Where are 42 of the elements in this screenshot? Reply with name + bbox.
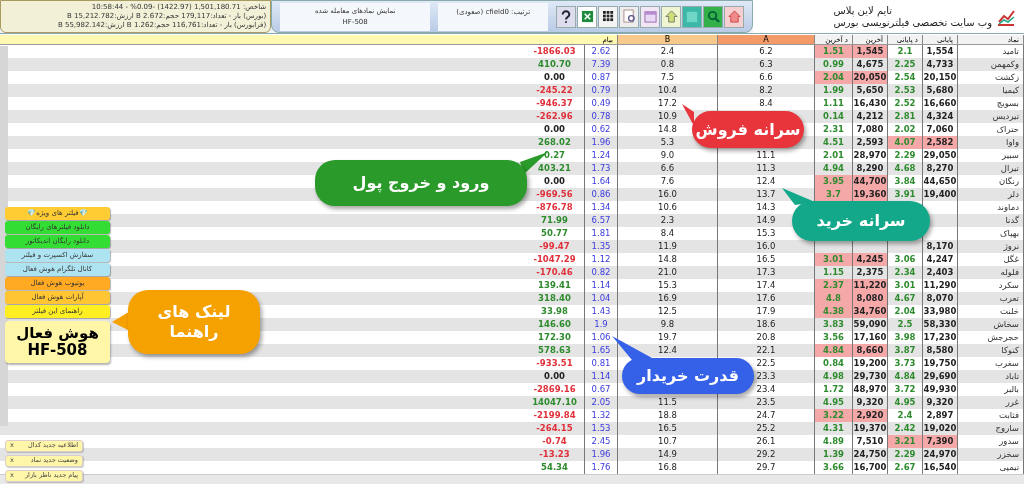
callout-pointer xyxy=(612,336,652,360)
spreadsheet-icon[interactable] xyxy=(577,5,598,28)
table-cell: 20,050 xyxy=(853,71,888,84)
table-cell: 19,360 xyxy=(853,188,888,201)
table-cell: 3.01 xyxy=(815,253,853,266)
column-header[interactable]: A xyxy=(718,35,815,44)
table-cell: 2.37 xyxy=(815,279,853,292)
table-cell: 34,760 xyxy=(853,305,888,318)
callout-pointer xyxy=(682,104,694,126)
table-cell: 4.8 xyxy=(815,292,853,305)
table-cell: 8,660 xyxy=(853,344,888,357)
table-cell: 2,920 xyxy=(853,409,888,422)
table-cell: 3.21 xyxy=(888,435,923,448)
table-cell: 3.7 xyxy=(815,188,853,201)
table-cell: 4.07 xyxy=(888,136,923,149)
table-cell: 8,080 xyxy=(853,292,888,305)
callout-bubble: سرانه فروش xyxy=(692,111,804,148)
table-cell: 3.22 xyxy=(815,409,853,422)
table-cell: 1,545 xyxy=(853,45,888,58)
table-cell: 4.84 xyxy=(815,344,853,357)
column-header[interactable]: B xyxy=(618,35,718,44)
table-cell: 2.04 xyxy=(815,71,853,84)
table-cell: 44,700 xyxy=(853,175,888,188)
table-cell: 4.38 xyxy=(815,305,853,318)
table-cell: 7,390 xyxy=(923,435,958,448)
brand-title: تایم لاین پلاس xyxy=(833,4,893,17)
brand-card-title: هوش فعال xyxy=(16,325,99,342)
table-cell: 11,220 xyxy=(853,279,888,292)
table-cell: 1.51 xyxy=(815,45,853,58)
home-icon[interactable] xyxy=(724,5,745,28)
calendar-icon[interactable] xyxy=(640,5,661,28)
help-icon[interactable] xyxy=(556,5,577,28)
brand-subtitle: وب سایت تخصصی فیلترنویسی بورس xyxy=(833,16,992,29)
grid-icon[interactable] xyxy=(598,5,619,28)
table-cell: 2,582 xyxy=(923,136,958,149)
brand-card-code: HF-508 xyxy=(27,342,88,359)
search-icon[interactable] xyxy=(703,5,724,28)
document-preview-icon[interactable] xyxy=(619,5,640,28)
table-cell: 3.95 xyxy=(815,175,853,188)
callout-bubble: ورود و خروج پول xyxy=(315,160,527,206)
callout-bubble: لینک های راهنما xyxy=(128,290,260,354)
table-cell: 4,245 xyxy=(853,253,888,266)
